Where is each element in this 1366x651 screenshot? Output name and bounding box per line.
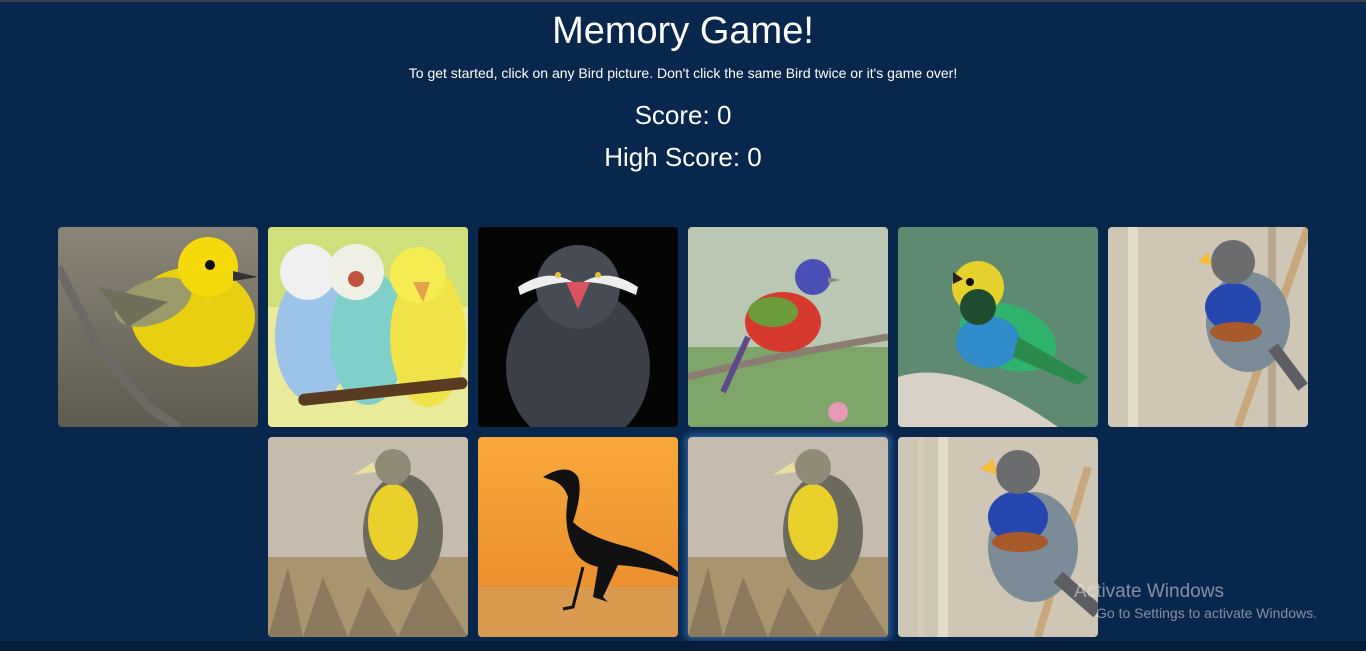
bird-card-heron-silhouette[interactable] (478, 437, 678, 637)
windows-activation-watermark: Activate Windows Go to Settings to activ… (1074, 580, 1317, 622)
bird-card-bluethroat-2[interactable] (898, 437, 1098, 637)
western-meadowlark-image (268, 437, 468, 637)
game-header: Memory Game! To get started, click on an… (0, 8, 1366, 173)
window-top-edge (0, 0, 1366, 2)
western-meadowlark-image (688, 437, 888, 637)
bluethroat-image (898, 437, 1098, 637)
bluethroat-image (1108, 227, 1308, 427)
painted-bunting-image (688, 227, 888, 427)
inca-tern-image (478, 227, 678, 427)
yellow-warbler-image (58, 227, 258, 427)
watermark-subtitle: Go to Settings to activate Windows. (1096, 605, 1317, 621)
page-title: Memory Game! (552, 10, 814, 52)
window-bottom-edge (0, 641, 1366, 651)
high-score-display: High Score: 0 (604, 142, 762, 172)
bird-card-bluethroat[interactable] (1108, 227, 1308, 427)
bird-card-painted-bunting[interactable] (688, 227, 888, 427)
bird-card-western-meadowlark[interactable] (268, 437, 468, 637)
watermark-title: Activate Windows (1074, 581, 1224, 602)
instructions-text: To get started, click on any Bird pictur… (408, 65, 958, 81)
multicolored-tanager-image (898, 227, 1098, 427)
bird-card-western-meadowlark-2[interactable] (688, 437, 888, 637)
bird-card-yellow-warbler[interactable] (58, 227, 258, 427)
heron-silhouette-image (478, 437, 678, 637)
bird-card-inca-tern[interactable] (478, 227, 678, 427)
budgerigars-image (268, 227, 468, 427)
score-display: Score: 0 (634, 100, 732, 130)
bird-card-budgerigars[interactable] (268, 227, 468, 427)
bird-card-multicolored-tanager[interactable] (898, 227, 1098, 427)
